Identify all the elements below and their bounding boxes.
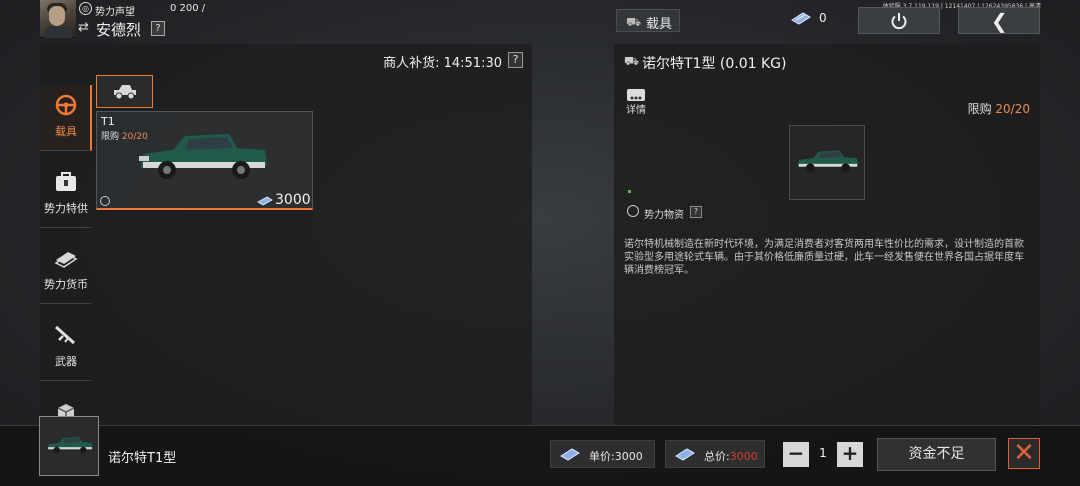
status-dot (628, 190, 631, 193)
category-vehicles[interactable]: 载具 (40, 85, 92, 151)
item-description: 诺尔特机械制造在新时代环境，为满足消费者对客货两用车性价比的需求，设计制造的首款… (624, 239, 1024, 276)
pickup-truck-image (139, 134, 267, 179)
category-faction-supply[interactable]: 势力特供 (40, 162, 92, 228)
shop-list-panel: 商人补货: 14:51:30 ? 载具 势力特供 势力货币 武器 T1 限购 2… (40, 44, 532, 425)
item-price: 3000 (275, 192, 311, 208)
pickup-truck-icon (114, 85, 136, 100)
car-icon: ⛟ (626, 15, 642, 29)
restock-help-button[interactable]: ? (508, 52, 523, 68)
decrease-quantity-button[interactable]: − (783, 442, 809, 467)
reputation-label: 势力声望 (95, 7, 135, 18)
unit-price-box: 单价:3000 (550, 440, 655, 468)
increase-quantity-button[interactable]: + (837, 442, 863, 467)
power-icon (891, 13, 907, 30)
item-detail-panel: ⛟ 诺尔特T1型 (0.01 KG) 详情 限购 20/20 势力物资 ? 诺尔… (614, 44, 1040, 425)
rifle-icon (55, 325, 75, 345)
cash-icon (257, 196, 273, 206)
steering-wheel-icon (55, 94, 77, 116)
cash-icon (675, 448, 695, 461)
detail-purchase-limit: 限购 20/20 (968, 100, 1030, 117)
details-icon[interactable] (627, 89, 645, 101)
unit-price-label: 单价: (589, 450, 615, 463)
detail-title: 诺尔特T1型 (0.01 KG) (642, 56, 787, 72)
category-faction-currency[interactable]: 势力货币 (40, 238, 92, 304)
reputation-icon: ◎ (79, 2, 92, 15)
pickup-truck-image (797, 150, 859, 172)
close-button[interactable]: ✕ (1008, 438, 1040, 469)
currency-display: 0 (791, 9, 831, 29)
category-label: 武器 (55, 355, 77, 368)
reputation-icon (100, 196, 110, 206)
back-button[interactable]: ❮ (958, 7, 1040, 34)
selected-item-name: 诺尔特T1型 (108, 451, 177, 466)
buy-button[interactable]: 资金不足 (877, 438, 996, 471)
restock-timer: 商人补货: 14:51:30 (383, 56, 502, 71)
limit-label: 限购 (967, 102, 992, 116)
cash-icon (54, 252, 78, 268)
details-label[interactable]: 详情 (626, 101, 646, 116)
swap-icon[interactable]: ⇄ (78, 20, 89, 35)
pickup-truck-image (47, 437, 93, 454)
total-price-box: 总价:3000 (665, 440, 765, 468)
unit-price: 单价:3000 (589, 448, 643, 464)
car-icon: ⛟ (624, 54, 640, 68)
category-weapons[interactable]: 武器 (40, 315, 92, 381)
tab-vehicles[interactable]: ⛟ 载具 (616, 9, 680, 32)
shop-item-card[interactable]: T1 限购 20/20 3000 (96, 111, 313, 210)
cash-icon (791, 12, 811, 25)
subfilter-pickup[interactable] (96, 75, 153, 108)
player-name: 安德烈 (96, 21, 142, 39)
currency-value: 0 (819, 11, 827, 25)
chevron-left-icon: ❮ (991, 9, 1008, 33)
player-avatar[interactable] (40, 0, 76, 38)
total-price-label: 总价: (704, 450, 730, 463)
tab-vehicles-label: 载具 (646, 17, 673, 32)
quantity-value[interactable]: 1 (813, 446, 833, 460)
limit-label: 限购 (101, 132, 120, 142)
help-button[interactable]: ? (151, 21, 165, 36)
tag-help-button[interactable]: ? (690, 206, 702, 218)
exit-button[interactable] (858, 7, 940, 34)
limit-value: 20/20 (995, 102, 1030, 116)
cash-icon (560, 448, 580, 461)
reputation-value: 0 200 / (170, 3, 206, 14)
unit-price-value: 3000 (614, 450, 643, 463)
item-code: T1 (101, 115, 115, 128)
category-label: 势力特供 (44, 202, 88, 215)
total-price: 总价:3000 (704, 448, 758, 464)
supply-case-icon (56, 172, 76, 191)
total-price-value: 3000 (729, 450, 758, 463)
faction-supply-tag: 势力物资 (644, 210, 684, 221)
item-preview-frame (789, 125, 865, 200)
category-label: 载具 (55, 125, 77, 138)
selected-item-thumbnail (39, 416, 99, 476)
category-label: 势力货币 (44, 278, 88, 291)
faction-icon (627, 205, 639, 217)
